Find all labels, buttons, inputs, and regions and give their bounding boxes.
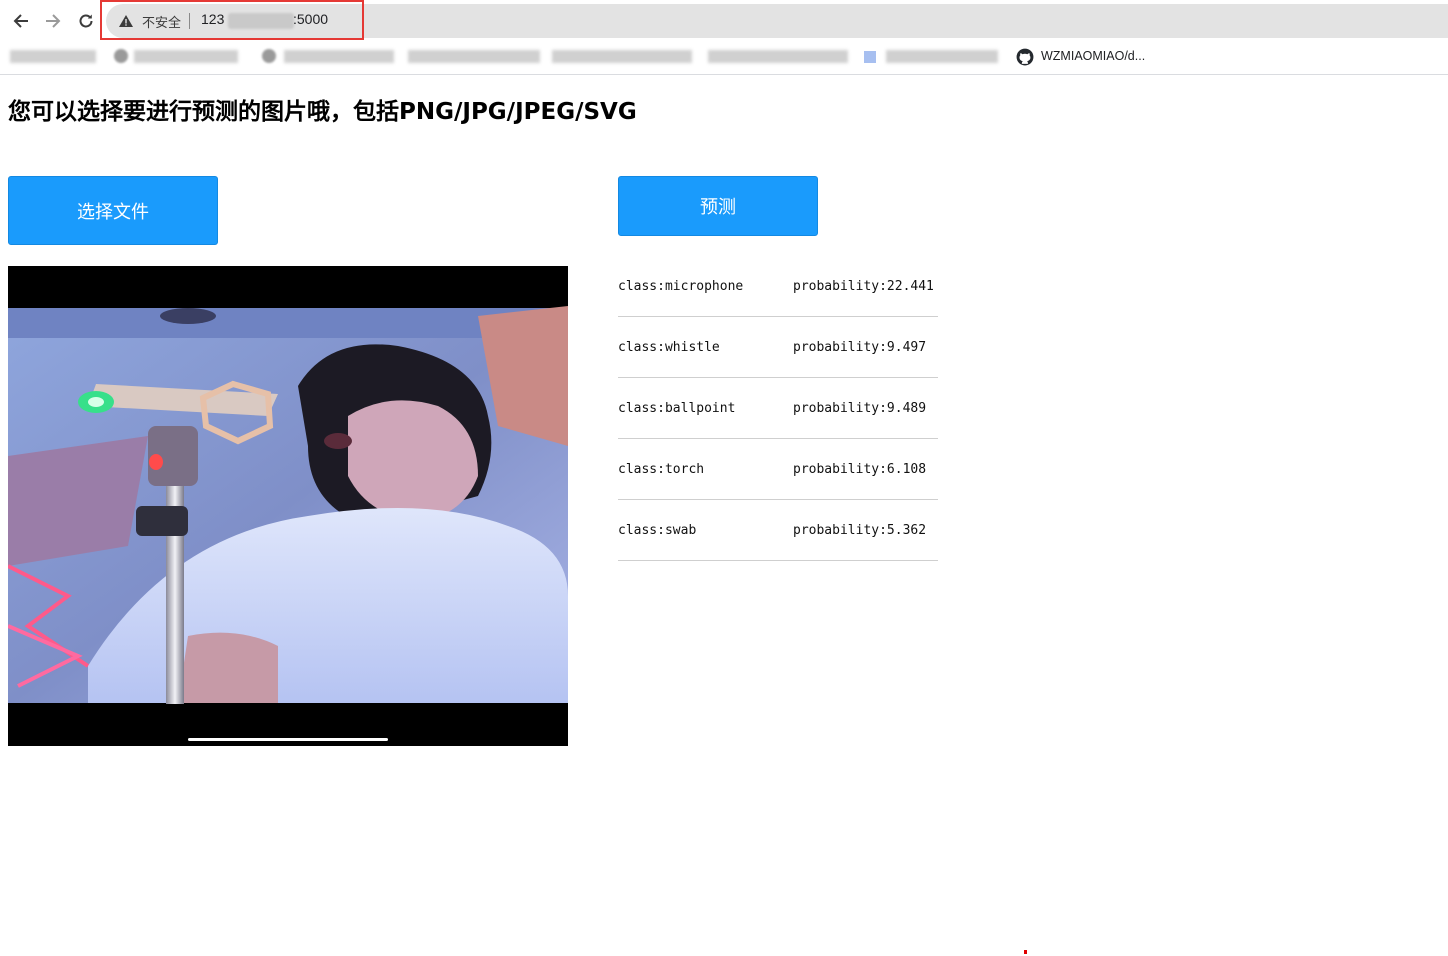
result-probability: probability:22.441 <box>793 279 934 294</box>
result-row: class:whistle probability:9.497 <box>618 317 938 378</box>
prediction-results: class:microphone probability:22.441 clas… <box>618 256 938 561</box>
result-probability: probability:6.108 <box>793 462 927 477</box>
bookmark-item-redacted[interactable] <box>886 50 998 63</box>
photo-content <box>8 306 568 704</box>
result-class: class:microphone <box>618 279 744 294</box>
url-highlight-annotation <box>100 0 364 40</box>
bookmark-github-label[interactable]: WZMIAOMIAO/d... <box>1041 49 1145 63</box>
reload-icon[interactable] <box>73 8 99 34</box>
bookmark-item-redacted[interactable] <box>408 50 540 63</box>
github-icon <box>1016 48 1034 66</box>
result-probability: probability:5.362 <box>793 523 927 538</box>
bookmarks-bar: WZMIAOMIAO/d... <box>0 42 1448 75</box>
result-class: class:torch <box>618 462 705 477</box>
forward-arrow-icon[interactable] <box>40 8 66 34</box>
result-class: class:whistle <box>618 340 720 355</box>
result-row: class:microphone probability:22.441 <box>618 256 938 317</box>
bookmark-item-redacted[interactable] <box>708 50 848 63</box>
bookmark-item-redacted[interactable] <box>552 50 692 63</box>
result-row: class:torch probability:6.108 <box>618 439 938 500</box>
result-class: class:swab <box>618 523 697 538</box>
result-row: class:swab probability:5.362 <box>618 500 938 561</box>
result-probability: probability:9.489 <box>793 401 927 416</box>
bookmark-item-redacted[interactable] <box>284 50 394 63</box>
result-probability: probability:9.497 <box>793 340 927 355</box>
bookmark-item-redacted[interactable] <box>10 50 96 63</box>
browser-toolbar: 不安全 123 :5000 <box>0 0 1448 42</box>
predict-button[interactable]: 预测 <box>618 176 818 236</box>
back-arrow-icon[interactable] <box>8 8 34 34</box>
stray-red-mark <box>1024 950 1027 954</box>
result-class: class:ballpoint <box>618 401 736 416</box>
result-row: class:ballpoint probability:9.489 <box>618 378 938 439</box>
image-preview <box>8 266 568 746</box>
bookmark-item-redacted[interactable] <box>134 50 238 63</box>
bookmark-favicon-icon <box>864 51 876 63</box>
page-heading: 您可以选择要进行预测的图片哦，包括PNG/JPG/JPEG/SVG <box>8 99 637 125</box>
bookmark-icon-redacted <box>262 49 276 63</box>
choose-file-button[interactable]: 选择文件 <box>8 176 218 245</box>
bookmark-icon-redacted <box>114 49 128 63</box>
